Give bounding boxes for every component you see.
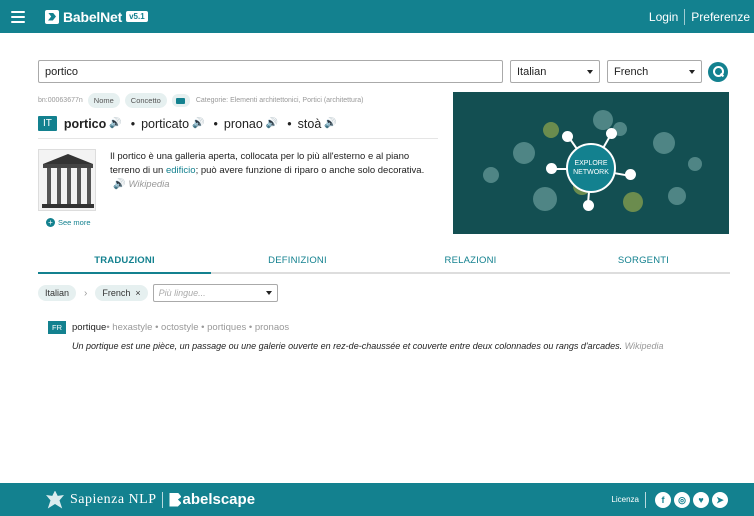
explore-label: EXPLORE xyxy=(574,160,608,167)
categories: Categorie: Elementi architettonici, Port… xyxy=(195,97,364,104)
plus-icon: + xyxy=(46,218,55,227)
speaker-icon[interactable]: 🔊 xyxy=(113,179,125,190)
translation-synonyms: • hexastyle • octostyle • portiques • pr… xyxy=(106,322,290,333)
synset-image[interactable] xyxy=(38,149,96,211)
separator: • xyxy=(213,116,218,131)
synset-meta: bn:00063677n Nome Concetto Categorie: El… xyxy=(38,93,364,108)
translation-gloss: Un portique est une pièce, un passage ou… xyxy=(72,341,664,351)
sapienza-logo[interactable]: Sapienza NLP xyxy=(46,490,157,509)
lemma: portico xyxy=(63,116,107,131)
network-label: NETWORK xyxy=(573,169,609,176)
target-language-select[interactable]: French xyxy=(607,60,702,83)
tab-definitions[interactable]: DEFINIZIONI xyxy=(211,250,384,272)
facebook-icon[interactable]: f xyxy=(655,491,671,508)
telegram-icon[interactable]: ➤ xyxy=(712,491,728,508)
translation-main[interactable]: portique xyxy=(72,322,106,333)
speaker-icon[interactable]: 🔊 xyxy=(266,118,278,129)
logo[interactable]: BabelNet v5.1 xyxy=(45,9,148,25)
tab-sources[interactable]: SORGENTI xyxy=(557,250,730,272)
search-row: Italian French xyxy=(38,60,728,83)
more-languages-placeholder: Più lingue... xyxy=(158,288,206,298)
lemma: porticato xyxy=(141,116,190,131)
translation-row: FR portique • hexastyle • octostyle • po… xyxy=(48,321,289,334)
speaker-icon[interactable]: 🔊 xyxy=(192,118,204,129)
separator: • xyxy=(287,116,292,131)
pos-chip: Nome xyxy=(87,93,120,108)
babelscape-b-icon xyxy=(169,492,182,507)
sapienza-label: Sapienza NLP xyxy=(70,491,157,507)
sapienza-crest-icon xyxy=(46,490,64,509)
separator xyxy=(645,491,646,508)
instagram-icon[interactable]: ◎ xyxy=(674,491,690,508)
search-input[interactable] xyxy=(38,60,503,83)
speaker-icon[interactable]: 🔊 xyxy=(109,118,121,129)
chevron-right-icon: › xyxy=(84,287,88,299)
type-chip: Concetto xyxy=(124,93,167,108)
target-language-label: French xyxy=(102,288,131,298)
chevron-down-icon xyxy=(265,291,272,295)
gloss-source[interactable]: Wikipedia xyxy=(128,179,169,190)
preferences-link[interactable]: Preferenze xyxy=(691,10,750,24)
tab-bar: TRADUZIONI DEFINIZIONI RELAZIONI SORGENT… xyxy=(38,250,730,274)
source-language-select[interactable]: Italian xyxy=(510,60,600,83)
gloss-text: ; può avere funzione di riparo o anche s… xyxy=(195,165,425,176)
twitter-icon[interactable]: ♥ xyxy=(693,491,709,508)
source-language-pill[interactable]: Italian xyxy=(38,285,77,301)
tab-relations[interactable]: RELAZIONI xyxy=(384,250,557,272)
lemma: pronao xyxy=(223,116,263,131)
separator xyxy=(684,8,686,25)
see-more-button[interactable]: + See more xyxy=(46,218,91,227)
version-badge: v5.1 xyxy=(126,11,148,22)
separator: • xyxy=(130,116,136,131)
babelnet-logo-icon xyxy=(45,9,59,24)
synset-id: bn:00063677n xyxy=(38,97,83,104)
lemma: stoà xyxy=(297,116,322,131)
license-link[interactable]: Licenza xyxy=(611,495,639,504)
explore-network-panel[interactable]: EXPLORE NETWORK xyxy=(453,92,729,234)
login-link[interactable]: Login xyxy=(649,10,678,24)
menu-icon[interactable] xyxy=(11,10,25,23)
gloss-link[interactable]: edificio xyxy=(166,165,196,176)
translation-gloss-source[interactable]: Wikipedia xyxy=(625,341,664,351)
footer: Sapienza NLP abelscape Licenza f ◎ ♥ ➤ xyxy=(0,483,754,516)
speaker-icon[interactable]: 🔊 xyxy=(324,118,336,129)
language-badge: IT xyxy=(38,116,57,131)
babelscape-label: abelscape xyxy=(182,491,256,508)
chevron-down-icon xyxy=(689,69,695,74)
target-language-value: French xyxy=(614,65,649,78)
more-languages-select[interactable]: Più lingue... xyxy=(152,284,278,302)
image-icon[interactable] xyxy=(171,94,190,107)
see-more-label: See more xyxy=(58,218,91,227)
explore-network-button[interactable]: EXPLORE NETWORK xyxy=(566,143,616,193)
source-language-value: Italian xyxy=(517,65,547,78)
language-filters: Italian › French × Più lingue... xyxy=(38,284,278,302)
tab-translations[interactable]: TRADUZIONI xyxy=(38,250,211,274)
close-icon[interactable]: × xyxy=(135,288,140,298)
translation-gloss-text: Un portique est une pièce, un passage ou… xyxy=(72,341,623,351)
app-name: BabelNet xyxy=(63,8,123,25)
lemma-list: IT portico 🔊 • porticato 🔊 • pronao 🔊 • … xyxy=(38,116,340,131)
top-bar: BabelNet v5.1 Login Preferenze xyxy=(0,0,754,33)
babelscape-logo[interactable]: abelscape xyxy=(169,491,255,508)
target-language-pill[interactable]: French × xyxy=(95,285,148,301)
divider xyxy=(38,138,438,139)
search-icon[interactable] xyxy=(708,61,728,82)
chevron-down-icon xyxy=(587,69,593,74)
gloss: Il portico è una galleria aperta, colloc… xyxy=(110,150,440,192)
separator xyxy=(162,491,164,508)
language-badge: FR xyxy=(48,321,66,334)
